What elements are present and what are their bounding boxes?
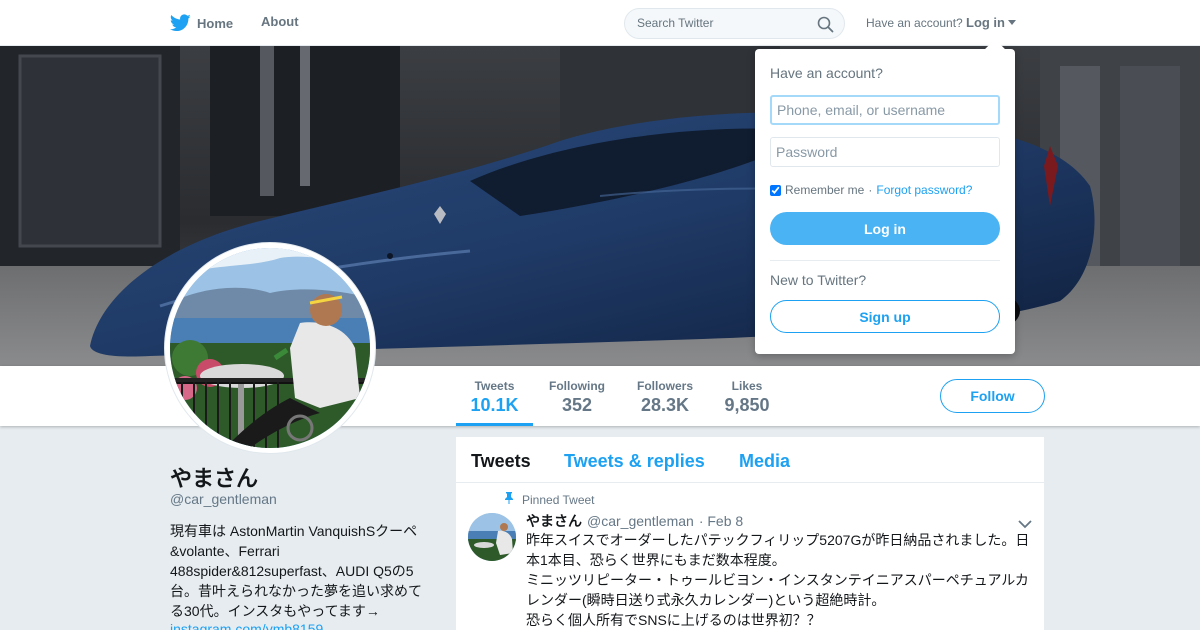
divider <box>770 260 1000 261</box>
login-title: Have an account? <box>770 65 883 81</box>
nav-home-label: Home <box>197 15 234 31</box>
timeline-tabs: Tweets Tweets & replies Media <box>456 437 1044 483</box>
tweet-line: 昨年スイスでオーダーしたパテックフィリップ5207Gが昨日納品されました。日 <box>526 532 1030 548</box>
pinned-tweet-context: Pinned Tweet <box>504 492 595 507</box>
password-field[interactable] <box>770 137 1000 167</box>
login-dropdown: Have an account? Remember me · Forgot pa… <box>755 39 1015 354</box>
tab-media[interactable]: Media <box>739 451 790 472</box>
login-toggle-label: Log in <box>966 15 1005 30</box>
new-to-twitter-text: New to Twitter? <box>770 272 867 288</box>
nav-about[interactable]: About <box>261 14 299 29</box>
stat-following-label: Following <box>549 379 605 393</box>
stat-likes[interactable]: Likes 9,850 <box>720 366 774 426</box>
username-field[interactable] <box>770 95 1000 125</box>
nav-home[interactable]: Home <box>170 14 233 32</box>
timeline: Tweets Tweets & replies Media Pinned Twe… <box>456 437 1044 630</box>
tweet-avatar[interactable] <box>468 513 516 561</box>
stat-likes-value: 9,850 <box>724 395 770 415</box>
tab-tweets-replies[interactable]: Tweets & replies <box>564 451 705 472</box>
remember-me-label[interactable]: Remember me <box>785 183 864 197</box>
stat-following-value: 352 <box>561 395 593 415</box>
tweet-line: レンダー(瞬時日送り式永久カレンダー)という超絶時計。 <box>526 592 886 608</box>
profile-avatar[interactable] <box>165 243 375 453</box>
stat-following[interactable]: Following 352 <box>545 366 609 426</box>
twitter-bird-icon <box>170 14 191 32</box>
profile-instagram-link[interactable]: instagram.com/ymb8159 <box>170 621 323 630</box>
login-button[interactable]: Log in <box>770 212 1000 245</box>
tweet-author-handle[interactable]: @car_gentleman <box>587 513 694 529</box>
stat-followers-label: Followers <box>636 379 693 393</box>
stat-tweets-label: Tweets <box>474 379 515 393</box>
nav-about-label: About <box>261 14 299 29</box>
search-input[interactable] <box>637 16 807 30</box>
tab-tweets[interactable]: Tweets <box>471 451 531 472</box>
remember-row: Remember me · Forgot password? <box>770 183 972 197</box>
login-dropdown-toggle[interactable]: Log in <box>966 15 1016 30</box>
tweet-header: やまさん @car_gentleman · Feb 8 <box>526 511 743 531</box>
forgot-password-link[interactable]: Forgot password? <box>876 183 972 197</box>
tweet-author-name[interactable]: やまさん <box>526 511 582 531</box>
stat-tweets[interactable]: Tweets 10.1K <box>456 366 533 426</box>
pin-icon <box>504 492 514 507</box>
tweet-text: 昨年スイスでオーダーしたパテックフィリップ5207Gが昨日納品されました。日 本… <box>526 530 1034 630</box>
profile-bio: 現有車は AstonMartin VanquishSクーペ&volante、Fe… <box>170 523 422 619</box>
stat-followers[interactable]: Followers 28.3K <box>633 366 697 426</box>
stat-tweets-value: 10.1K <box>470 395 519 415</box>
top-navigation-bar: Home About Have an account? Log in <box>0 0 1200 46</box>
follow-button[interactable]: Follow <box>940 379 1045 413</box>
separator: · <box>868 183 873 197</box>
tweet-line: 本1本目、恐らく世界にもまだ数本程度。 <box>526 552 786 568</box>
profile-name[interactable]: やまさん <box>170 461 258 493</box>
stat-likes-label: Likes <box>731 379 763 393</box>
remember-me-checkbox[interactable] <box>770 184 781 196</box>
profile-handle[interactable]: @car_gentleman <box>170 491 277 507</box>
chevron-down-icon <box>1008 20 1016 25</box>
stat-followers-value: 28.3K <box>640 395 690 415</box>
tweet-line: ミニッツリピーター・トゥールビヨン・インスタンテイニアスパーペチュアルカ <box>526 572 1029 588</box>
signup-button[interactable]: Sign up <box>770 300 1000 333</box>
tweet-date[interactable]: · Feb 8 <box>699 513 743 529</box>
have-account-text: Have an account? <box>866 16 963 30</box>
search-box[interactable] <box>624 8 845 39</box>
tweet-line: 恐らく個人所有でSNSに上げるのは世界初？？ <box>526 612 821 628</box>
pinned-label: Pinned Tweet <box>522 492 595 507</box>
search-icon[interactable] <box>817 16 834 38</box>
